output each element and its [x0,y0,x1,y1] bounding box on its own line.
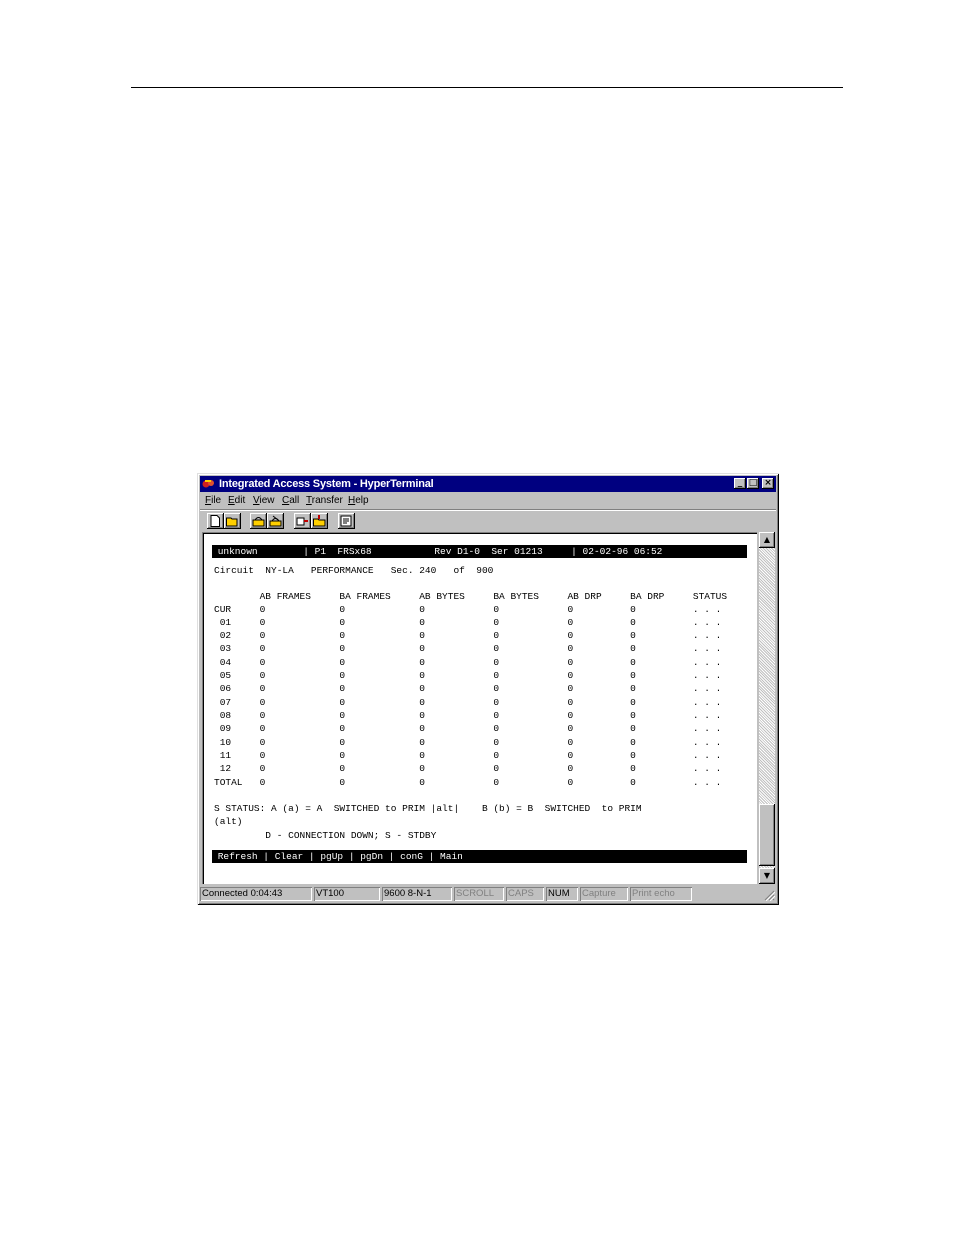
status-print-echo: Print echo [630,887,692,901]
circuit-line: Circuit NY-LA PERFORMANCE Sec. 240 of 90… [214,565,494,576]
hyperterminal-app-icon [202,480,214,488]
send-button[interactable] [294,513,311,529]
scroll-down-button[interactable]: ▼ [759,868,775,884]
status-bar: Connected 0:04:43 VT100 9600 8-N-1 SCROL… [200,887,776,902]
title-bar[interactable]: Integrated Access System - HyperTerminal… [200,476,776,492]
scroll-up-button[interactable]: ▲ [759,532,775,548]
menu-edit[interactable]: Edit [228,493,245,508]
menu-file[interactable]: File [205,493,221,508]
menu-view[interactable]: View [253,493,275,508]
terminal-screen[interactable]: unknown | P1 FRSx68 Rev D1-0 Ser 01213 |… [202,532,757,884]
scroll-thumb[interactable] [759,804,775,866]
page-header-rule [131,87,843,88]
status-num: NUM [546,887,578,901]
hyperterminal-window: Integrated Access System - HyperTerminal… [197,473,779,905]
new-icon [210,515,220,527]
menu-help[interactable]: Help [348,493,369,508]
table-row: 08 0 0 0 0 0 0 . . . [214,710,722,721]
new-button[interactable] [207,513,224,529]
status-legend-line: (alt) [214,816,243,827]
open-icon [226,517,238,527]
column-header: AB FRAMES BA FRAMES AB BYTES BA BYTES AB… [214,591,728,602]
close-icon: × [764,478,772,488]
menu-transfer[interactable]: Transfer [306,493,343,508]
connect-button[interactable] [250,513,267,529]
status-caps: CAPS [506,887,544,901]
receive-button[interactable] [311,513,328,529]
status-legend-line: S STATUS: A (a) = A SWITCHED to PRIM |al… [214,803,642,814]
vertical-scrollbar[interactable]: ▲ ▼ [759,532,775,884]
status-connected: Connected 0:04:43 [200,887,312,901]
minimize-icon: _ [737,478,743,488]
resize-grip-icon[interactable] [763,889,775,901]
table-row: 03 0 0 0 0 0 0 . . . [214,643,722,654]
status-legend-line: D - CONNECTION DOWN; S - STDBY [214,830,437,841]
menu-call[interactable]: Call [282,493,299,508]
status-emulation: VT100 [314,887,380,901]
table-row: CUR 0 0 0 0 0 0 . . . [214,604,722,615]
table-row: 04 0 0 0 0 0 0 . . . [214,657,722,668]
minimize-button[interactable]: _ [734,478,746,489]
status-capture: Capture [580,887,628,901]
properties-button[interactable] [338,513,355,529]
arrow-down-icon: ▼ [763,871,771,880]
maximize-button[interactable]: □ [747,478,759,489]
open-button[interactable] [224,513,241,529]
connect-icon [252,517,265,527]
table-row: 12 0 0 0 0 0 0 . . . [214,763,722,774]
receive-icon [313,515,326,527]
table-row: 05 0 0 0 0 0 0 . . . [214,670,722,681]
maximize-icon: □ [748,478,758,488]
table-row-total: TOTAL 0 0 0 0 0 0 . . . [214,777,722,788]
status-settings: 9600 8-N-1 [382,887,452,901]
table-row: 09 0 0 0 0 0 0 . . . [214,723,722,734]
status-scroll: SCROLL [454,887,504,901]
disconnect-button[interactable] [267,513,284,529]
terminal-header-bar: unknown | P1 FRSx68 Rev D1-0 Ser 01213 |… [212,545,747,558]
send-icon [296,517,308,526]
arrow-up-icon: ▲ [763,535,771,544]
table-row: 02 0 0 0 0 0 0 . . . [214,630,722,641]
toolbar [200,509,776,532]
table-row: 11 0 0 0 0 0 0 . . . [214,750,722,761]
table-row: 10 0 0 0 0 0 0 . . . [214,737,722,748]
table-row: 07 0 0 0 0 0 0 . . . [214,697,722,708]
properties-icon [340,515,352,527]
menu-bar: File Edit View Call Transfer Help [200,493,776,508]
table-row: 01 0 0 0 0 0 0 . . . [214,617,722,628]
disconnect-icon [269,515,282,527]
command-bar[interactable]: Refresh | Clear | pgUp | pgDn | conG | M… [212,850,747,863]
table-row: 06 0 0 0 0 0 0 . . . [214,683,722,694]
close-button[interactable]: × [762,478,774,489]
window-title: Integrated Access System - HyperTerminal [219,478,434,490]
